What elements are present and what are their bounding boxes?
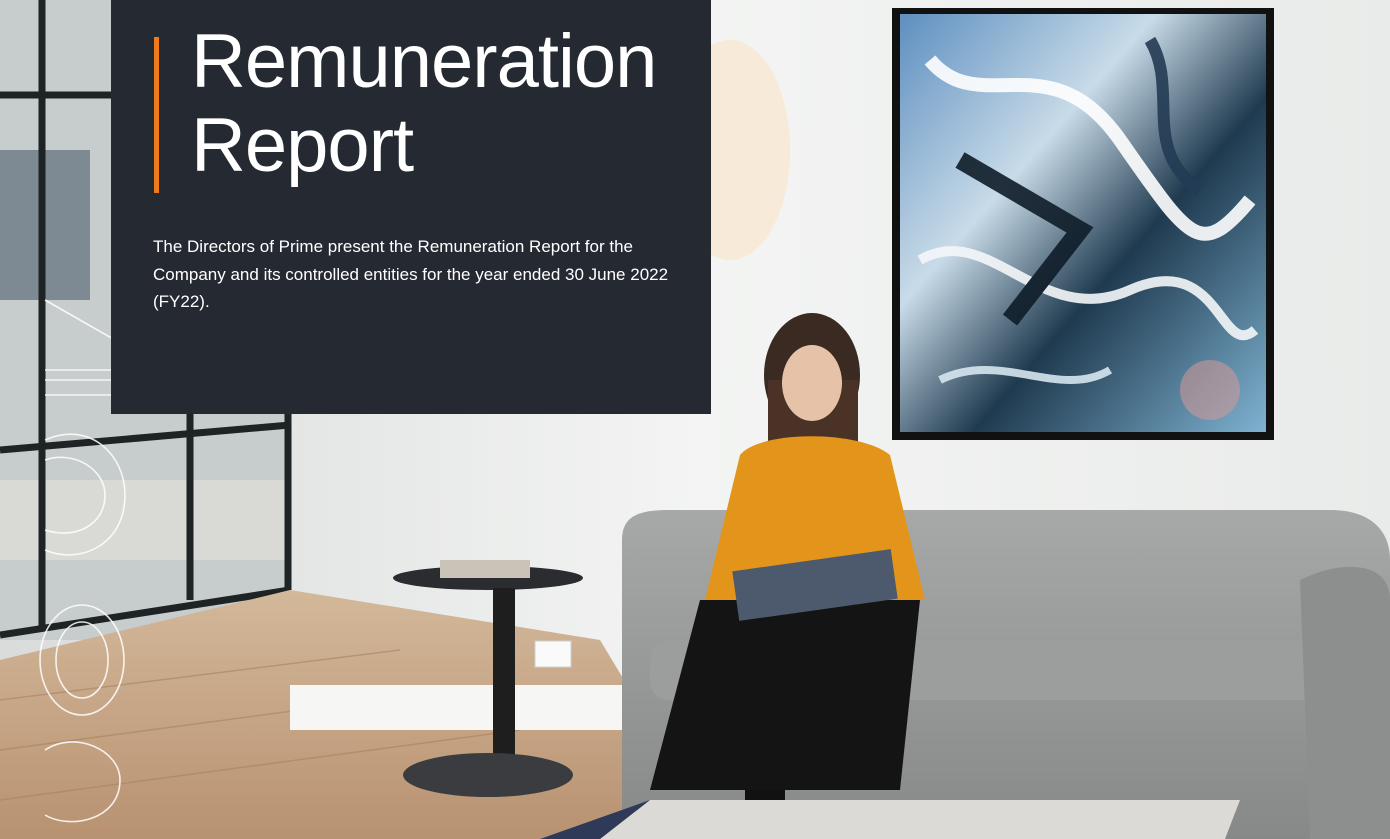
title-line-1: Remuneration (191, 19, 657, 104)
title-line-2: Report (191, 103, 414, 188)
title-panel: Remuneration Report The Directors of Pri… (111, 0, 711, 414)
accent-bar (154, 37, 159, 193)
page-title: Remuneration Report (191, 19, 657, 188)
intro-paragraph: The Directors of Prime present the Remun… (153, 237, 669, 311)
